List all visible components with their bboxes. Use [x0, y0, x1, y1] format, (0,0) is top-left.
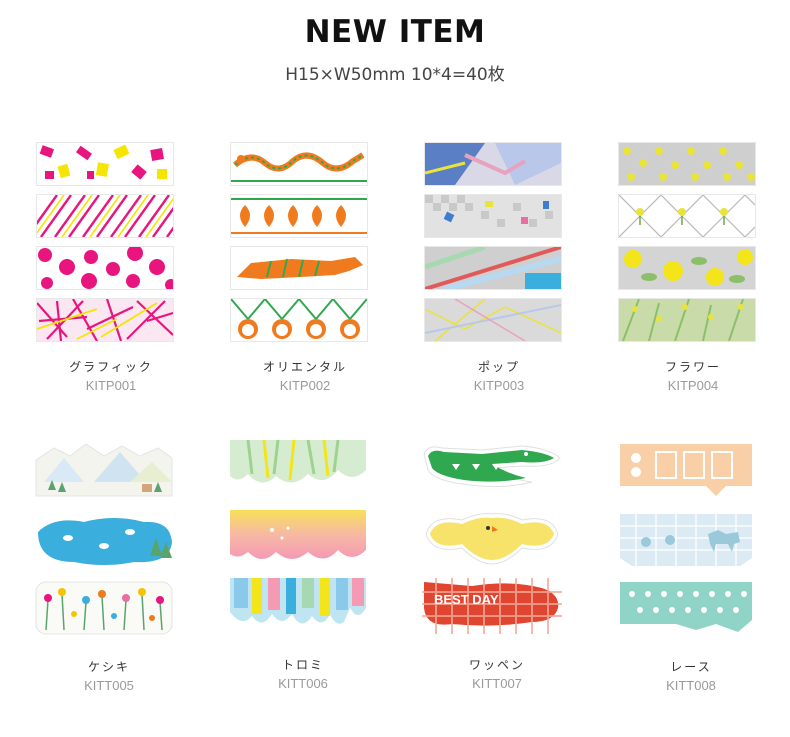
product-code: KITP002 — [279, 378, 331, 393]
product-name: ケシキ — [87, 660, 130, 674]
product-name: レース — [670, 660, 712, 674]
sticker-wappen-crocodile — [422, 440, 562, 496]
tape-pop-3 — [424, 246, 562, 290]
sticker-toromi-1 — [228, 439, 368, 496]
product-code: KITP001 — [85, 378, 137, 393]
tape-oriental-peaches — [230, 194, 368, 238]
sticker-lace-mint — [616, 580, 756, 636]
product-code: KITP004 — [667, 378, 719, 393]
product-name: トロミ — [281, 658, 324, 672]
product-code: KITT008 — [666, 678, 716, 693]
sticker-lace-peach — [616, 442, 756, 498]
tape-oriental-panda — [230, 298, 368, 342]
sticker-lace-blue — [616, 512, 756, 568]
sticker-toromi-2 — [228, 510, 368, 566]
product-code: KITT005 — [84, 678, 134, 693]
sticker-keshiki-mountains — [34, 442, 174, 498]
tape-flower-1 — [618, 142, 756, 186]
tape-graphic-1 — [36, 142, 174, 186]
tape-flower-4 — [618, 298, 756, 342]
sticker-keshiki-lake — [34, 512, 174, 568]
product-code: KITP003 — [473, 378, 525, 393]
product-name: グラフィック — [69, 360, 153, 374]
tape-graphic-3 — [36, 246, 174, 290]
sticker-wappen-bird — [422, 510, 562, 566]
product-code: KITT007 — [472, 676, 522, 691]
tape-pop-4 — [424, 298, 562, 342]
sticker-best-day-text: BEST DAY — [434, 592, 499, 607]
page-title: NEW ITEM — [304, 14, 486, 50]
tape-pop-1 — [424, 142, 562, 186]
tape-pop-2 — [424, 194, 562, 238]
tape-oriental-dragon — [230, 142, 368, 186]
tape-oriental-tiger — [230, 246, 368, 290]
product-name: オリエンタル — [262, 360, 347, 374]
page-subtitle: H15×W50mm 10*4=40枚 — [285, 65, 505, 85]
sticker-toromi-3 — [228, 578, 368, 634]
tape-graphic-2 — [36, 194, 174, 238]
product-name: ポップ — [477, 360, 520, 374]
sticker-wappen-bestday: BEST DAY — [422, 578, 562, 634]
tape-flower-2 — [618, 194, 756, 238]
product-name: ワッペン — [468, 658, 525, 672]
product-code: KITT006 — [278, 676, 328, 691]
tape-graphic-4 — [36, 298, 174, 342]
tape-flower-3 — [618, 246, 756, 290]
sticker-keshiki-flowers — [34, 580, 174, 636]
product-name: フラワー — [664, 360, 721, 374]
